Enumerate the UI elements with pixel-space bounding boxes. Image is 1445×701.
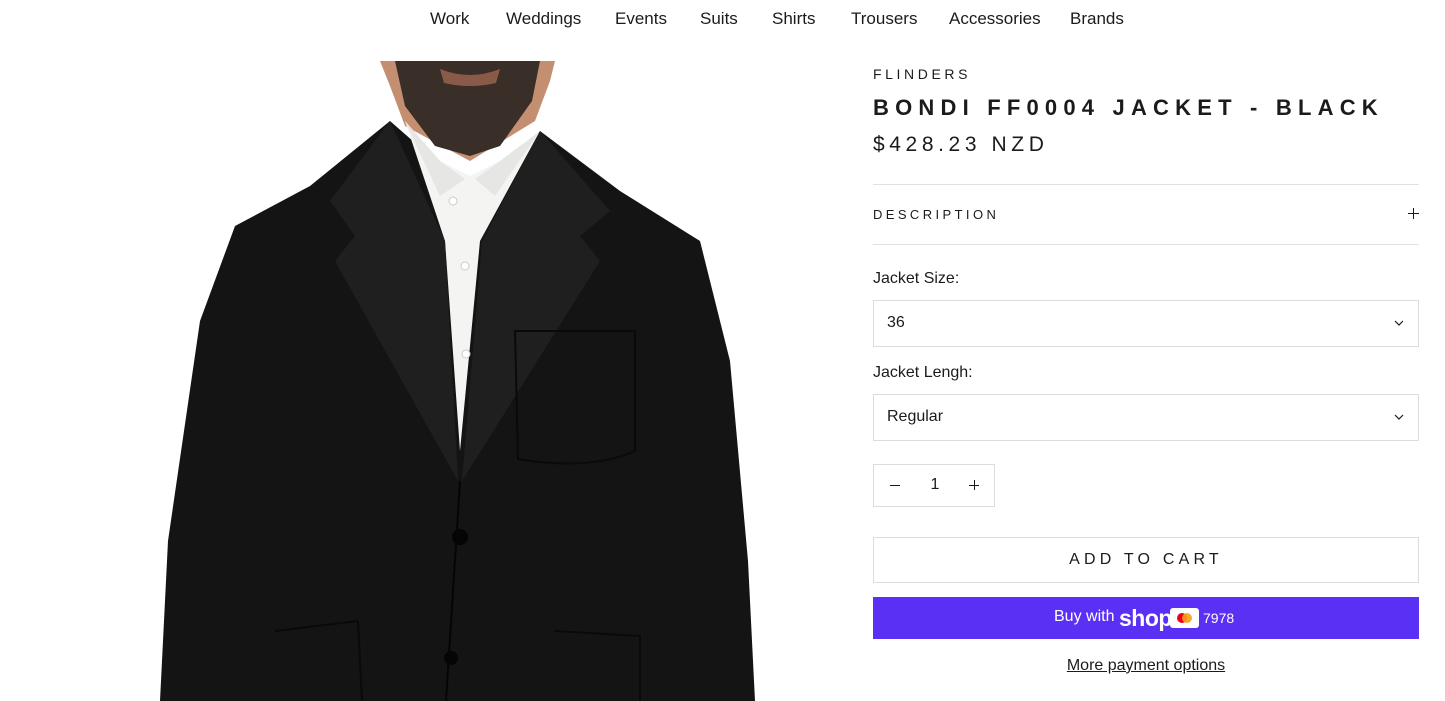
plus-icon bbox=[1408, 208, 1419, 219]
add-to-cart-button[interactable]: ADD TO CART bbox=[873, 537, 1419, 583]
jacket-length-label: Jacket Lengh: bbox=[873, 364, 973, 381]
quantity-stepper: 1 bbox=[873, 464, 995, 507]
more-payment-options-link[interactable]: More payment options bbox=[873, 657, 1419, 675]
chevron-down-icon bbox=[1394, 320, 1404, 326]
description-toggle[interactable]: DESCRIPTION bbox=[873, 185, 1419, 245]
add-to-cart-label: ADD TO CART bbox=[1069, 551, 1223, 568]
nav-item-shirts[interactable]: Shirts bbox=[772, 9, 815, 29]
chevron-down-icon bbox=[1394, 414, 1404, 420]
shop-pay-prefix: Buy with bbox=[1054, 608, 1115, 625]
jacket-size-label: Jacket Size: bbox=[873, 270, 960, 287]
card-last4: 7978 bbox=[1203, 610, 1235, 626]
mastercard-icon bbox=[1170, 608, 1199, 628]
jacket-size-value: 36 bbox=[887, 314, 905, 331]
jacket-size-select[interactable]: 36 bbox=[873, 300, 1419, 347]
nav-item-work[interactable]: Work bbox=[430, 9, 469, 29]
product-vendor[interactable]: FLINDERS bbox=[873, 66, 971, 82]
description-label: DESCRIPTION bbox=[873, 207, 1000, 222]
shop-logo: shop bbox=[1119, 605, 1172, 631]
jacket-length-select[interactable]: Regular bbox=[873, 394, 1419, 441]
nav-item-weddings[interactable]: Weddings bbox=[506, 9, 581, 29]
product-title: BONDI FF0004 JACKET - BLACK bbox=[873, 95, 1384, 120]
nav-item-suits[interactable]: Suits bbox=[700, 9, 738, 29]
product-photo-jacket bbox=[160, 61, 755, 701]
product-info: FLINDERS BONDI FF0004 JACKET - BLACK $42… bbox=[873, 0, 1419, 701]
plus-icon[interactable] bbox=[954, 465, 994, 506]
divider bbox=[873, 244, 1419, 245]
quantity-input[interactable]: 1 bbox=[914, 476, 956, 494]
shop-pay-button[interactable]: Buy with shop 7978 bbox=[873, 597, 1419, 639]
product-image[interactable] bbox=[140, 61, 780, 701]
minus-icon[interactable] bbox=[874, 465, 914, 506]
nav-item-events[interactable]: Events bbox=[615, 9, 667, 29]
jacket-length-value: Regular bbox=[887, 408, 944, 425]
product-price: $428.23 NZD bbox=[873, 133, 1049, 156]
